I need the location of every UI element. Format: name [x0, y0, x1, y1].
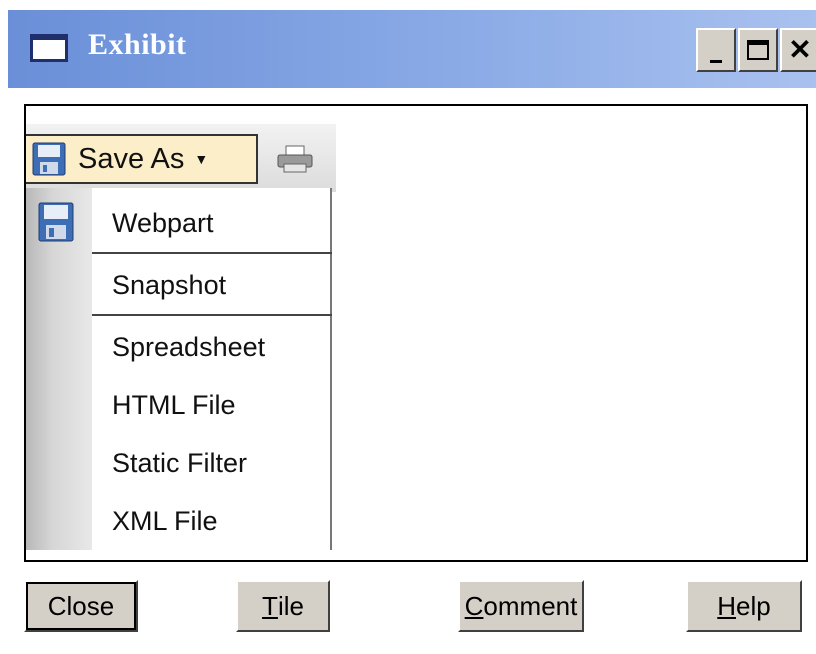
menu-gutter — [26, 188, 92, 550]
save-as-label: Save As — [78, 142, 185, 175]
menu-item-spreadsheet[interactable]: Spreadsheet — [96, 318, 330, 376]
close-icon: ✕ — [788, 34, 812, 65]
menu-separator — [92, 314, 332, 316]
tile-button[interactable]: Tile — [236, 580, 330, 632]
comment-button-label: omment — [483, 590, 578, 621]
maximize-icon — [747, 40, 769, 60]
help-button[interactable]: Help — [686, 580, 802, 632]
help-button-label: elp — [736, 590, 771, 621]
minimize-icon — [710, 59, 722, 63]
menu-item-static-filter[interactable]: Static Filter — [96, 434, 330, 492]
minimize-button[interactable] — [696, 28, 736, 72]
window-icon — [30, 34, 68, 62]
menu-separator — [92, 252, 332, 254]
content-panel: Save As ▼ Webpart Snapshot Spreadsheet H… — [24, 104, 808, 562]
window-title: Exhibit — [88, 28, 187, 61]
menu-item-xml-file[interactable]: XML File — [96, 492, 330, 550]
printer-icon[interactable] — [276, 144, 314, 174]
tile-button-label: ile — [277, 590, 304, 621]
tile-mnemonic: T — [262, 590, 278, 621]
close-window-button[interactable]: ✕ — [780, 28, 816, 72]
close-button[interactable]: Close — [24, 580, 138, 632]
help-mnemonic: H — [717, 590, 737, 621]
menu-item-snapshot[interactable]: Snapshot — [96, 256, 330, 314]
floppy-disk-icon — [38, 202, 74, 242]
toolbar: Save As ▼ — [26, 124, 336, 192]
title-bar[interactable]: Exhibit ✕ — [8, 10, 816, 88]
close-button-label: Close — [47, 590, 115, 621]
save-as-button[interactable]: Save As ▼ — [26, 134, 258, 184]
chevron-down-icon: ▼ — [194, 151, 209, 167]
menu-item-html-file[interactable]: HTML File — [96, 376, 330, 434]
floppy-disk-icon — [32, 142, 66, 176]
maximize-button[interactable] — [738, 28, 778, 72]
save-as-menu: Webpart Snapshot Spreadsheet HTML File S… — [26, 188, 332, 550]
menu-item-webpart[interactable]: Webpart — [96, 194, 330, 252]
exhibit-window: Exhibit ✕ Save As ▼ Webpart Snapshot Spr… — [0, 0, 816, 654]
comment-mnemonic: C — [464, 590, 484, 621]
comment-button[interactable]: Comment — [458, 580, 584, 632]
